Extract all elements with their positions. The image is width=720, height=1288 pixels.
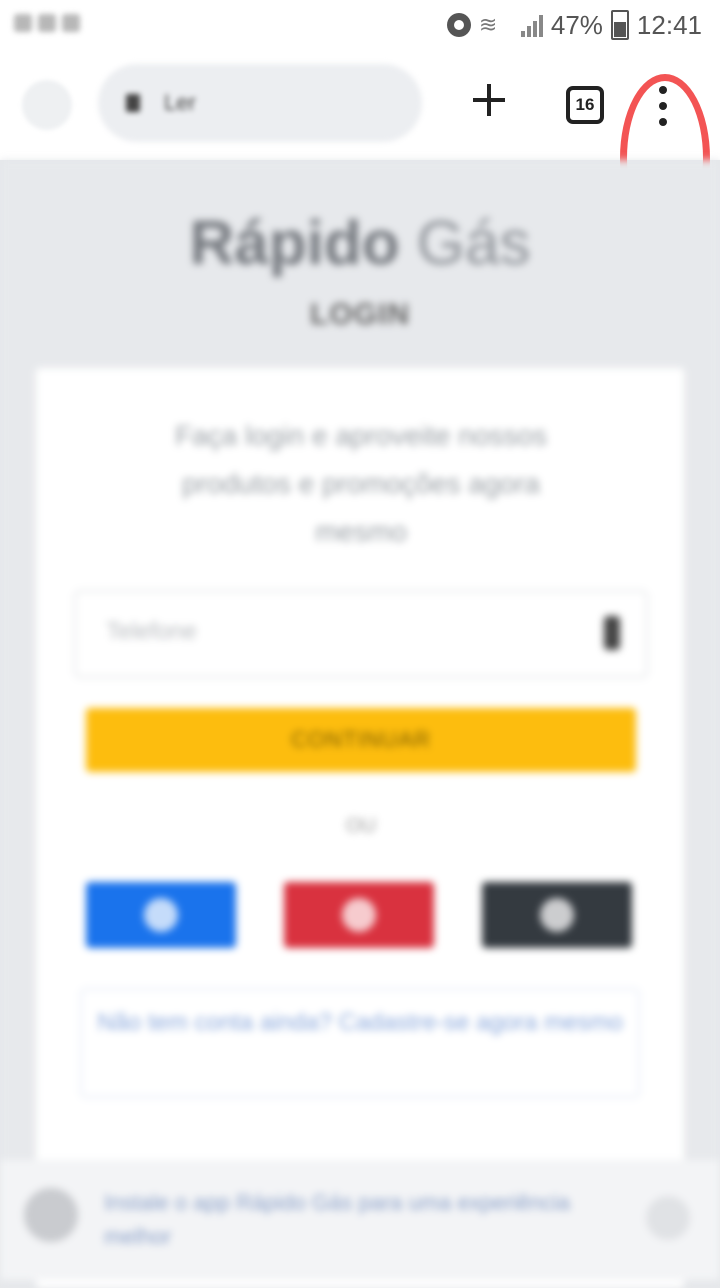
alarm-icon (446, 13, 471, 37)
app-icon (24, 1188, 78, 1242)
phone-placeholder: Telefone (106, 618, 197, 645)
login-card: Faça login e aproveite nossos produtos e… (36, 368, 684, 1288)
install-banner: Instale o app Rápido Gás para uma experi… (0, 1160, 720, 1280)
apple-login-button[interactable] (482, 882, 632, 948)
apple-icon (540, 898, 574, 932)
clock: 12:41 (636, 9, 702, 40)
google-login-button[interactable] (284, 882, 434, 948)
phone-icon (604, 616, 620, 650)
continue-button[interactable]: CONTINUAR (86, 708, 636, 772)
facebook-login-button[interactable] (86, 882, 236, 948)
banner-text[interactable]: Instale o app Rápido Gás para uma experi… (104, 1186, 584, 1254)
or-divider: OU (346, 815, 376, 837)
new-tab-button[interactable] (466, 78, 512, 124)
close-icon[interactable] (646, 1196, 690, 1240)
url-bar[interactable]: Ler (98, 64, 422, 142)
status-bar: ≋ 47% 12:41 (0, 0, 720, 50)
url-text: Ler (164, 90, 196, 115)
facebook-icon (144, 898, 178, 932)
tab-switcher-button[interactable]: 16 (566, 86, 604, 124)
battery-percent: 47% (550, 9, 603, 40)
home-icon[interactable] (22, 80, 72, 130)
status-right: ≋ 47% 12:41 (446, 8, 702, 42)
battery-icon (610, 10, 629, 40)
notification-icons (14, 14, 134, 36)
signup-link[interactable]: Não tem conta ainda? Cadastre-se agora m… (80, 988, 640, 1098)
web-page: Rápido Gás LOGIN Faça login e aproveite … (0, 160, 720, 1288)
signal-icon (520, 13, 543, 37)
login-description: Faça login e aproveite nossos produtos e… (175, 420, 547, 547)
brand-logo: Rápido Gás (189, 209, 531, 278)
page-title: LOGIN (310, 298, 410, 331)
wifi-icon: ≋ (478, 12, 498, 37)
lock-icon (126, 94, 140, 112)
phone-input[interactable]: Telefone (74, 590, 648, 678)
google-icon (342, 898, 376, 932)
browser-toolbar: Ler 16 (0, 50, 720, 242)
